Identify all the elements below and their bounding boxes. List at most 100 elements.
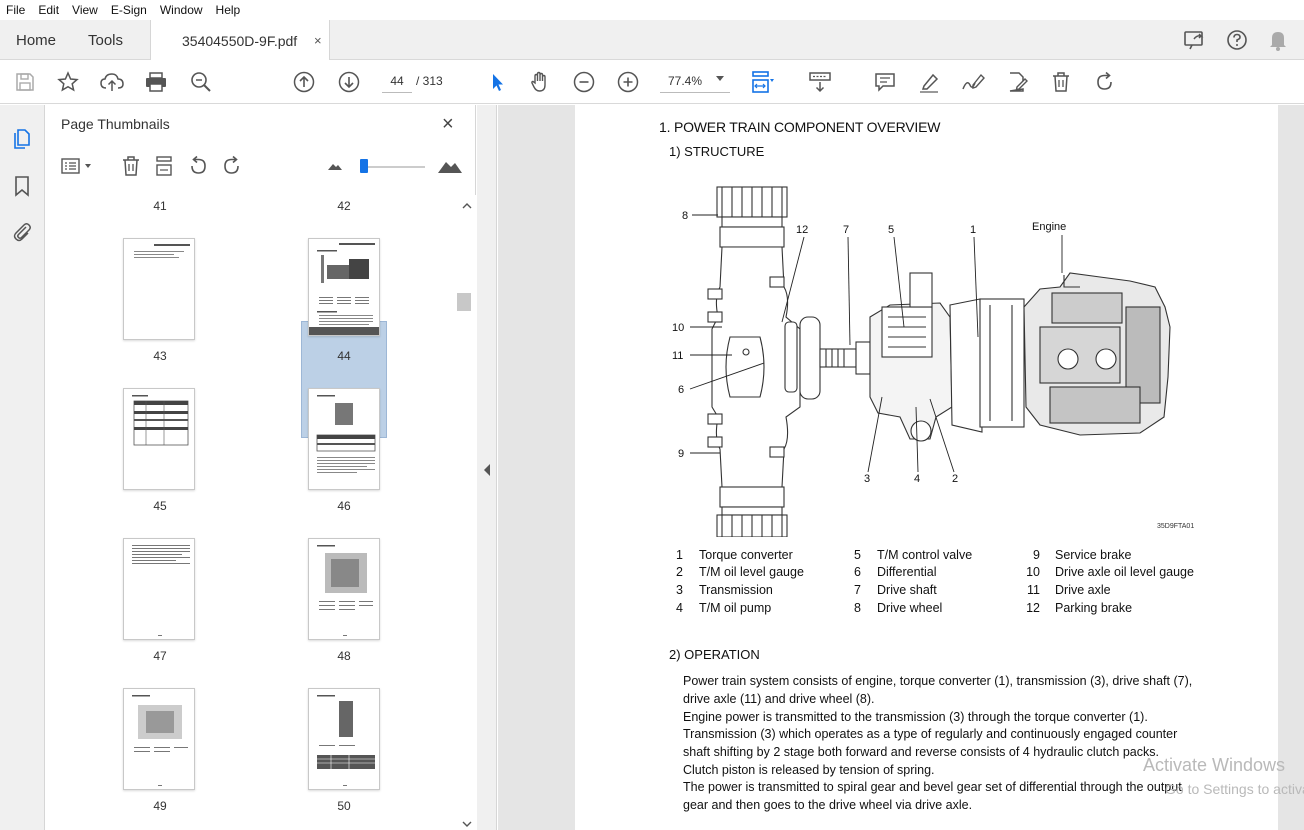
fit-page-icon[interactable] [750,70,774,94]
menu-view[interactable]: View [66,3,105,17]
power-train-diagram: 8 12 7 5 1 Engine 10 11 6 9 3 4 2 [672,186,1171,537]
tab-tools[interactable]: Tools [88,20,123,60]
callout-6: 6 [678,384,684,396]
thumbnail-page-48[interactable] [308,538,380,640]
legend-num: 2 [676,565,683,579]
help-icon[interactable] [1225,28,1249,52]
thumbnail-scrollbar[interactable] [458,195,476,830]
highlight-icon[interactable] [917,70,941,94]
tab-document-title: 35404550D-9F.pdf [182,32,298,49]
delete-icon[interactable] [1049,70,1073,94]
pdf-page: 1. POWER TRAIN COMPONENT OVERVIEW 1) STR… [575,105,1278,830]
legend-num: 12 [1026,601,1040,615]
delete-pages-icon[interactable] [120,155,142,177]
search-zoom-icon[interactable] [189,70,213,94]
select-arrow-icon[interactable] [485,70,509,94]
operation-paragraph: Clutch piston is released by tension of … [683,763,935,777]
attachment-icon[interactable] [10,219,34,243]
tab-home[interactable]: Home [16,20,56,60]
callout-5: 5 [888,224,894,236]
callout-2: 2 [952,473,958,485]
rotate-right-icon[interactable] [221,155,243,177]
thumbnail-page-50[interactable] [308,688,380,790]
thumbnail-list: 41 42 43 44 45 46 47 48 49 50 [46,195,458,830]
legend-num: 10 [1026,565,1040,579]
thumbnail-page-49[interactable] [123,688,195,790]
structure-heading: 1) STRUCTURE [669,144,765,159]
legend-label: Torque converter [699,548,793,562]
thumbnail-page-45[interactable] [123,388,195,490]
thumb-label-50: 50 [337,799,351,813]
tab-close-icon[interactable]: × [314,33,322,48]
menu-help[interactable]: Help [210,3,248,17]
scroll-mode-icon[interactable] [808,70,832,94]
menu-window[interactable]: Window [154,3,210,17]
print-icon[interactable] [144,70,168,94]
menu-edit[interactable]: Edit [32,3,66,17]
sign-icon[interactable] [961,70,985,94]
thumb-label-43: 43 [153,349,167,363]
legend-num: 7 [854,583,861,597]
thumbnail-page-43[interactable] [123,238,195,340]
next-page-icon[interactable] [337,70,361,94]
page-number-input[interactable]: 44 [382,69,412,93]
upload-icon[interactable] [100,70,124,94]
legend-label: T/M oil level gauge [699,565,804,579]
operation-paragraph: Transmission (3) which operates as a typ… [683,727,1178,759]
save-icon[interactable] [13,70,37,94]
activate-windows-watermark: Activate Windows [1143,755,1286,775]
legend-label: Transmission [699,583,773,597]
page-thumbnails-icon[interactable] [10,126,34,150]
callout-10: 10 [672,322,684,334]
zoom-select[interactable]: 77.4% [660,69,730,93]
rotate-left-icon[interactable] [187,155,209,177]
prev-page-icon[interactable] [292,70,316,94]
chevron-down-icon[interactable] [716,76,724,81]
thumb-label-48: 48 [337,649,351,663]
operation-heading: 2) OPERATION [669,647,760,662]
bookmark-icon[interactable] [10,174,34,198]
small-thumbnails-icon[interactable] [324,155,346,177]
edit-pdf-icon[interactable] [1005,70,1029,94]
share-icon[interactable] [1183,28,1207,52]
thumb-label-44: 44 [337,349,351,363]
thumbnail-page-44[interactable] [308,238,380,336]
toolbar [0,60,1304,154]
menu-file[interactable]: File [0,3,32,17]
thumbnail-page-47[interactable] [123,538,195,640]
bell-icon[interactable] [1266,28,1290,52]
figure-code: 35D9FTA01 [1157,523,1195,530]
legend-num: 6 [854,565,861,579]
hand-icon[interactable] [528,70,552,94]
panel-title: Page Thumbnails [61,116,170,132]
operation-paragraph: Power train system consists of engine, t… [683,674,1193,706]
tab-document[interactable]: 35404550D-9F.pdf [150,20,330,61]
legend-label: Drive wheel [877,601,943,615]
zoom-out-icon[interactable] [572,70,596,94]
thumb-label-49: 49 [153,799,167,813]
rotate-icon[interactable] [1093,70,1117,94]
insert-pages-icon[interactable] [153,155,175,177]
document-viewer[interactable]: 1. POWER TRAIN COMPONENT OVERVIEW 1) STR… [498,105,1304,830]
legend-label: Drive shaft [877,583,937,597]
large-thumbnails-icon[interactable] [436,155,464,177]
legend-label: Differential [877,565,937,579]
panel-close-icon[interactable]: × [442,113,454,136]
thumb-label-46: 46 [337,499,351,513]
zoom-in-icon[interactable] [616,70,640,94]
legend-num: 5 [854,548,861,562]
collapse-panel-icon[interactable] [484,464,490,476]
thumbnail-size-slider[interactable] [361,166,425,168]
operation-paragraph: Engine power is transmitted to the trans… [683,710,1148,724]
menu-esign[interactable]: E-Sign [105,3,154,17]
thumbnail-options-icon[interactable] [60,155,96,177]
slider-knob[interactable] [360,159,368,173]
star-icon[interactable] [56,70,80,94]
thumb-label-47: 47 [153,649,167,663]
legend-num: 1 [676,548,683,562]
callout-1: 1 [970,224,976,236]
thumbnail-page-46[interactable] [308,388,380,490]
thumb-label-41: 41 [153,199,167,213]
scrollbar-thumb[interactable] [457,293,471,311]
comment-icon[interactable] [873,70,897,94]
